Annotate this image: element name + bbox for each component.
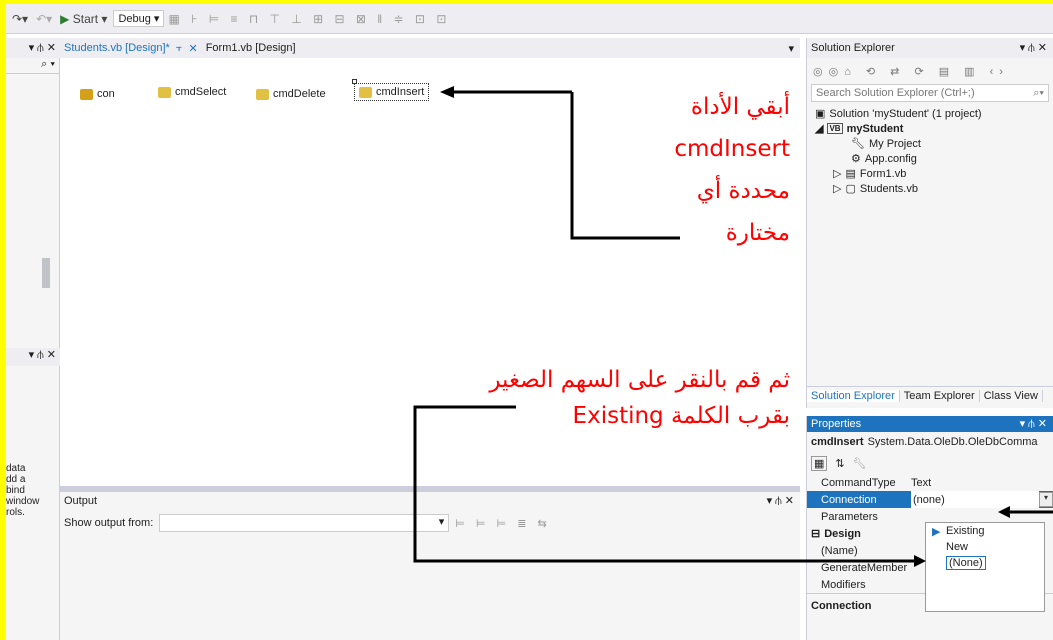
arrow-line-select <box>570 92 680 240</box>
arrow-head-existing <box>914 555 926 567</box>
arrow-head-select <box>440 86 454 98</box>
arrow-line-existing <box>413 405 916 563</box>
annotation-arrows <box>413 86 1053 567</box>
arrow-head-dropdown <box>998 506 1010 518</box>
